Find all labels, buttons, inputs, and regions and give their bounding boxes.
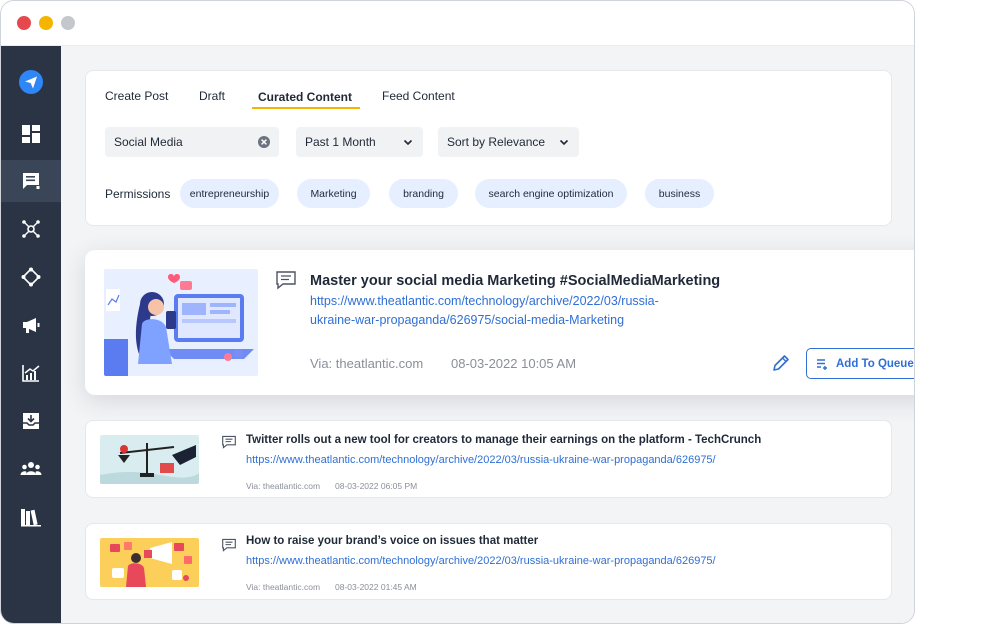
search-input-value: Social Media xyxy=(114,135,183,149)
permission-tag[interactable]: business xyxy=(645,179,714,208)
sidebar-item-library[interactable] xyxy=(1,496,61,538)
date-range-select[interactable]: Past 1 Month xyxy=(296,127,423,157)
tab-curated-content[interactable]: Curated Content xyxy=(258,90,352,104)
edit-pencil-icon[interactable] xyxy=(771,353,791,373)
sidebar-item-posts[interactable] xyxy=(1,160,61,202)
permissions-label: Permissions xyxy=(105,187,171,201)
chevron-down-icon xyxy=(559,139,569,146)
search-input[interactable]: Social Media xyxy=(105,127,279,157)
inbox-download-icon xyxy=(23,413,39,429)
post-link[interactable]: https://www.theatlantic.com/technology/a… xyxy=(310,294,659,308)
creator-earnings-image xyxy=(100,435,199,484)
tab-draft[interactable]: Draft xyxy=(199,89,225,103)
sidebar-item-network[interactable] xyxy=(1,208,61,250)
article-icon xyxy=(276,271,296,290)
post-source: Via: theatlantic.com xyxy=(310,356,424,371)
marketing-illustration-image xyxy=(104,269,258,376)
network-icon xyxy=(22,220,40,238)
date-range-value: Past 1 Month xyxy=(305,135,376,149)
tab-feed-content[interactable]: Feed Content xyxy=(382,89,455,103)
post-source: Via: theatlantic.com xyxy=(246,582,321,592)
tab-create-post[interactable]: Create Post xyxy=(105,89,168,103)
post-title[interactable]: Twitter rolls out a new tool for creator… xyxy=(246,434,761,446)
post-card[interactable]: Twitter rolls out a new tool for creator… xyxy=(85,420,892,498)
sidebar-item-dashboard[interactable] xyxy=(1,113,61,155)
featured-post-card[interactable]: Master your social media Marketing #Soci… xyxy=(85,250,914,395)
post-link[interactable]: https://www.theatlantic.com/technology/a… xyxy=(246,454,716,466)
library-icon xyxy=(21,509,41,527)
active-tab-indicator xyxy=(252,107,360,109)
chevron-down-icon xyxy=(403,139,413,146)
sidebar-item-campaigns[interactable] xyxy=(1,304,61,346)
zoom-window-button[interactable] xyxy=(61,16,75,30)
title-bar xyxy=(1,1,914,46)
posts-icon xyxy=(23,173,40,189)
article-icon xyxy=(222,538,236,552)
sidebar-item-inbox[interactable] xyxy=(1,400,61,442)
permission-tag[interactable]: Marketing xyxy=(297,179,370,208)
dashboard-icon xyxy=(22,125,40,143)
post-title[interactable]: How to raise your brand’s voice on issue… xyxy=(246,535,538,547)
clear-search-icon[interactable] xyxy=(257,135,271,149)
app-window: Create Post Draft Curated Content Feed C… xyxy=(0,0,915,624)
article-icon xyxy=(222,435,236,449)
post-link[interactable]: ukraine-war-propaganda/626975/social-med… xyxy=(310,313,624,327)
close-window-button[interactable] xyxy=(17,16,31,30)
sort-select[interactable]: Sort by Relevance xyxy=(438,127,579,157)
sidebar xyxy=(1,46,61,623)
post-date: 08-03-2022 10:05 AM xyxy=(451,356,577,371)
sidebar-item-team[interactable] xyxy=(1,448,61,490)
permission-tag[interactable]: search engine optimization xyxy=(475,179,627,208)
team-icon xyxy=(20,462,42,475)
post-date: 08-03-2022 01:45 AM xyxy=(335,582,417,592)
post-thumbnail xyxy=(104,269,258,376)
post-link[interactable]: https://www.theatlantic.com/technology/a… xyxy=(246,555,716,567)
sidebar-item-analytics[interactable] xyxy=(1,352,61,394)
main-content: Create Post Draft Curated Content Feed C… xyxy=(61,46,914,623)
post-source: Via: theatlantic.com xyxy=(246,481,321,491)
permission-tag[interactable]: branding xyxy=(389,179,458,208)
add-to-queue-label: Add To Queue xyxy=(836,357,914,370)
sidebar-item-send[interactable] xyxy=(1,61,61,103)
post-thumbnail xyxy=(100,538,199,587)
post-title[interactable]: Master your social media Marketing #Soci… xyxy=(310,273,720,289)
post-date: 08-03-2022 06:05 PM xyxy=(335,481,418,491)
brand-voice-image xyxy=(100,538,199,587)
sort-value: Sort by Relevance xyxy=(447,135,546,149)
post-thumbnail xyxy=(100,435,199,484)
megaphone-icon xyxy=(23,318,40,333)
permission-tag[interactable]: entrepreneurship xyxy=(180,179,279,208)
send-icon xyxy=(19,70,43,94)
analytics-icon xyxy=(22,365,40,382)
filter-panel: Create Post Draft Curated Content Feed C… xyxy=(85,70,892,226)
sidebar-item-move[interactable] xyxy=(1,256,61,298)
minimize-window-button[interactable] xyxy=(39,16,53,30)
add-to-queue-button[interactable]: Add To Queue xyxy=(806,348,914,379)
move-icon xyxy=(21,267,41,287)
queue-list-icon xyxy=(817,358,827,370)
post-card[interactable]: How to raise your brand’s voice on issue… xyxy=(85,523,892,600)
